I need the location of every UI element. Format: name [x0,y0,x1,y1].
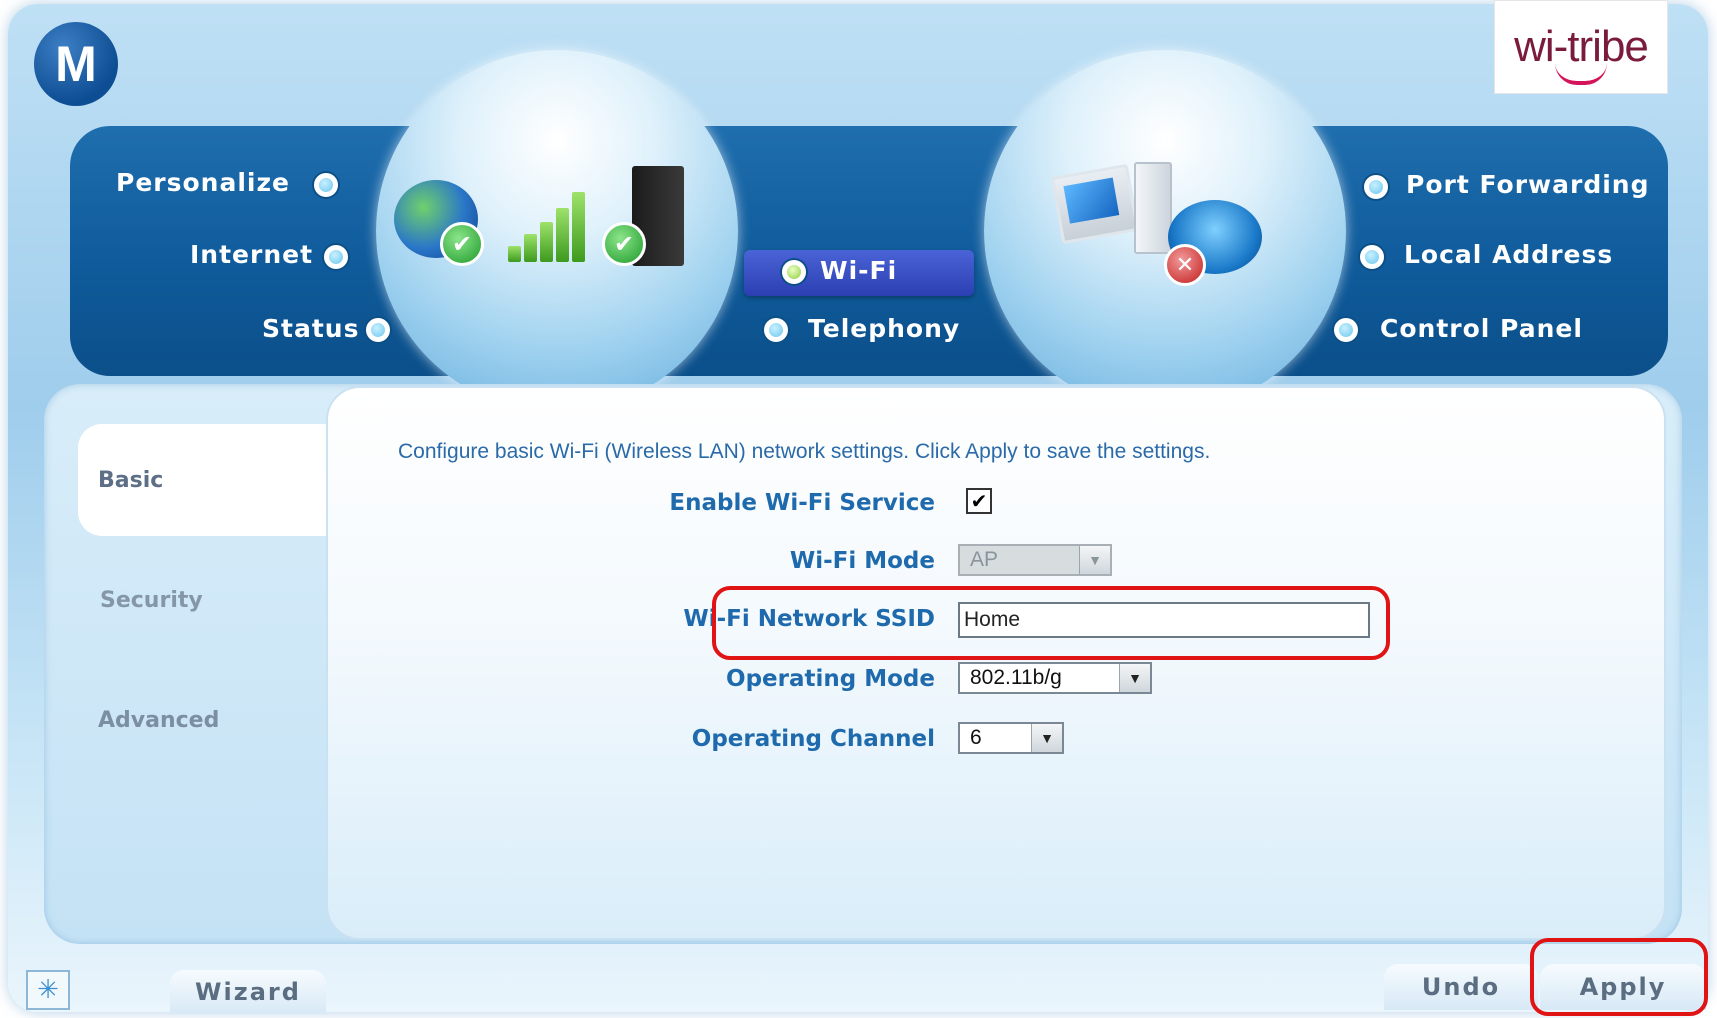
signal-bar [556,208,569,262]
operating-channel-label: Operating Channel [691,726,935,752]
nav-control-panel[interactable]: Control Panel [1380,314,1583,343]
undo-button[interactable]: Undo [1384,964,1538,1010]
sidebar-item-advanced[interactable]: Advanced [98,708,219,733]
signal-bar [524,234,537,262]
operating-channel-select[interactable]: 6 ▼ [958,722,1064,754]
computer-monitor-icon [1050,163,1140,245]
wizard-button[interactable]: Wizard [170,970,326,1014]
nav-telephony[interactable]: Telephony [808,314,960,343]
motorola-logo-glyph: M [55,36,97,92]
wifi-mode-select: AP ▼ [958,544,1112,576]
computer-tower-icon [1134,162,1172,254]
check-icon: ✔ [440,222,484,266]
nav-wifi-dot-icon[interactable] [782,260,806,284]
nav-internet-dot-icon[interactable] [324,245,348,269]
nav-port-forwarding[interactable]: Port Forwarding [1406,170,1650,199]
nav-personalize-dot-icon[interactable] [314,173,338,197]
sidebar-item-security[interactable]: Security [100,588,203,613]
nav-port-forwarding-dot-icon[interactable] [1364,175,1388,199]
ssid-highlight-box [712,586,1390,660]
nav-local-address-dot-icon[interactable] [1360,245,1384,269]
nav-personalize[interactable]: Personalize [116,168,290,197]
nav-control-panel-dot-icon[interactable] [1334,318,1358,342]
nav-status[interactable]: Status [262,314,359,343]
enable-wifi-label: Enable Wi-Fi Service [669,490,935,516]
apply-highlight-box [1530,938,1708,1016]
sidebar-item-basic[interactable]: Basic [98,468,163,493]
signal-bar [540,222,553,262]
nav-wifi[interactable]: Wi-Fi [820,256,897,285]
page-description: Configure basic Wi-Fi (Wireless LAN) net… [398,440,1211,463]
motorola-logo: M [34,22,118,106]
check-icon: ✔ [602,222,646,266]
chevron-down-icon: ▼ [1031,724,1062,752]
nav-local-address[interactable]: Local Address [1404,240,1613,269]
chevron-down-icon: ▼ [1079,546,1110,574]
operating-mode-select[interactable]: 802.11b/g ▼ [958,662,1152,694]
operating-channel-value: 6 [970,726,982,749]
wifi-mode-label: Wi-Fi Mode [789,548,935,574]
nav-telephony-dot-icon[interactable] [764,318,788,342]
enable-wifi-checkbox[interactable]: ✔ [966,488,992,514]
chevron-down-icon: ▼ [1119,664,1150,692]
signal-bar [508,246,521,262]
witribe-logo: wi-tribe [1494,0,1668,94]
witribe-smile-icon [1555,63,1607,85]
loading-spinner-icon: ✳ [26,970,70,1010]
error-x-icon: ✕ [1164,244,1206,286]
operating-mode-label: Operating Mode [726,666,935,692]
wifi-mode-value: AP [970,548,999,571]
nav-internet[interactable]: Internet [190,240,313,269]
signal-strength-icon [508,190,588,262]
operating-mode-value: 802.11b/g [970,666,1062,689]
nav-status-dot-icon[interactable] [366,318,390,342]
signal-bar [572,192,585,262]
